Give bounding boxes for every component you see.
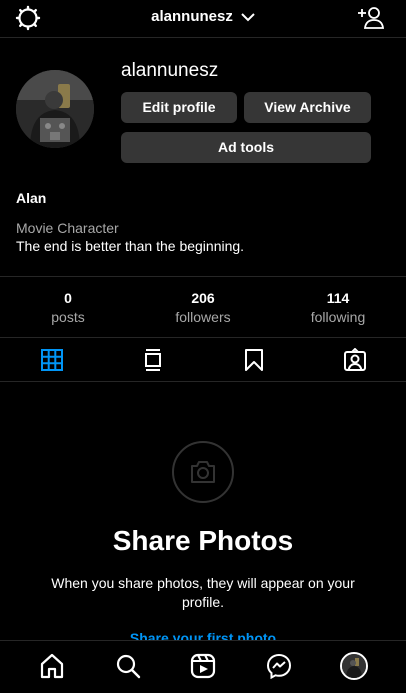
profile-bio: The end is better than the beginning. [16,238,245,254]
posts-stat: 0 posts [8,290,128,325]
following-stat[interactable]: 114 following [278,290,398,325]
search-icon[interactable] [115,653,141,679]
tagged-icon[interactable] [343,348,367,372]
posts-count: 0 [64,290,72,306]
profile-avatar[interactable] [16,70,94,148]
avatar-thumbnail [342,654,366,678]
followers-count: 206 [191,290,215,306]
posts-label: posts [51,309,85,325]
chevron-down-icon [241,13,255,22]
followers-label: followers [175,309,231,325]
ad-tools-button[interactable]: Ad tools [121,132,371,163]
account-switcher[interactable]: alannunesz [0,8,406,25]
following-label: following [310,309,366,325]
feed-icon[interactable] [141,348,165,372]
view-archive-button[interactable]: View Archive [244,92,371,123]
add-person-icon[interactable] [356,5,384,29]
profile-avatar-nav[interactable] [340,652,368,680]
profile-username: alannunesz [121,60,219,81]
camera-icon [172,441,234,503]
top-bar: alannunesz [0,0,406,38]
profile-stats: 0 posts 206 followers 114 following [0,276,406,338]
header-username: alannunesz [151,8,233,25]
followers-stat[interactable]: 206 followers [143,290,263,325]
empty-state-description: When you share photos, they will appear … [51,575,355,610]
messenger-icon[interactable] [266,653,292,679]
empty-state-title: Share Photos [112,525,294,556]
bookmark-icon[interactable] [242,348,266,372]
profile-name: Alan [16,190,47,206]
reels-icon[interactable] [190,653,216,679]
profile-category: Movie Character [16,220,119,236]
grid-icon[interactable] [40,348,64,372]
following-count: 114 [326,290,350,306]
home-icon[interactable] [39,653,65,679]
bottom-navigation [0,640,406,693]
avatar-photo [16,70,94,148]
profile-tabs [0,338,406,382]
edit-profile-button[interactable]: Edit profile [121,92,237,123]
